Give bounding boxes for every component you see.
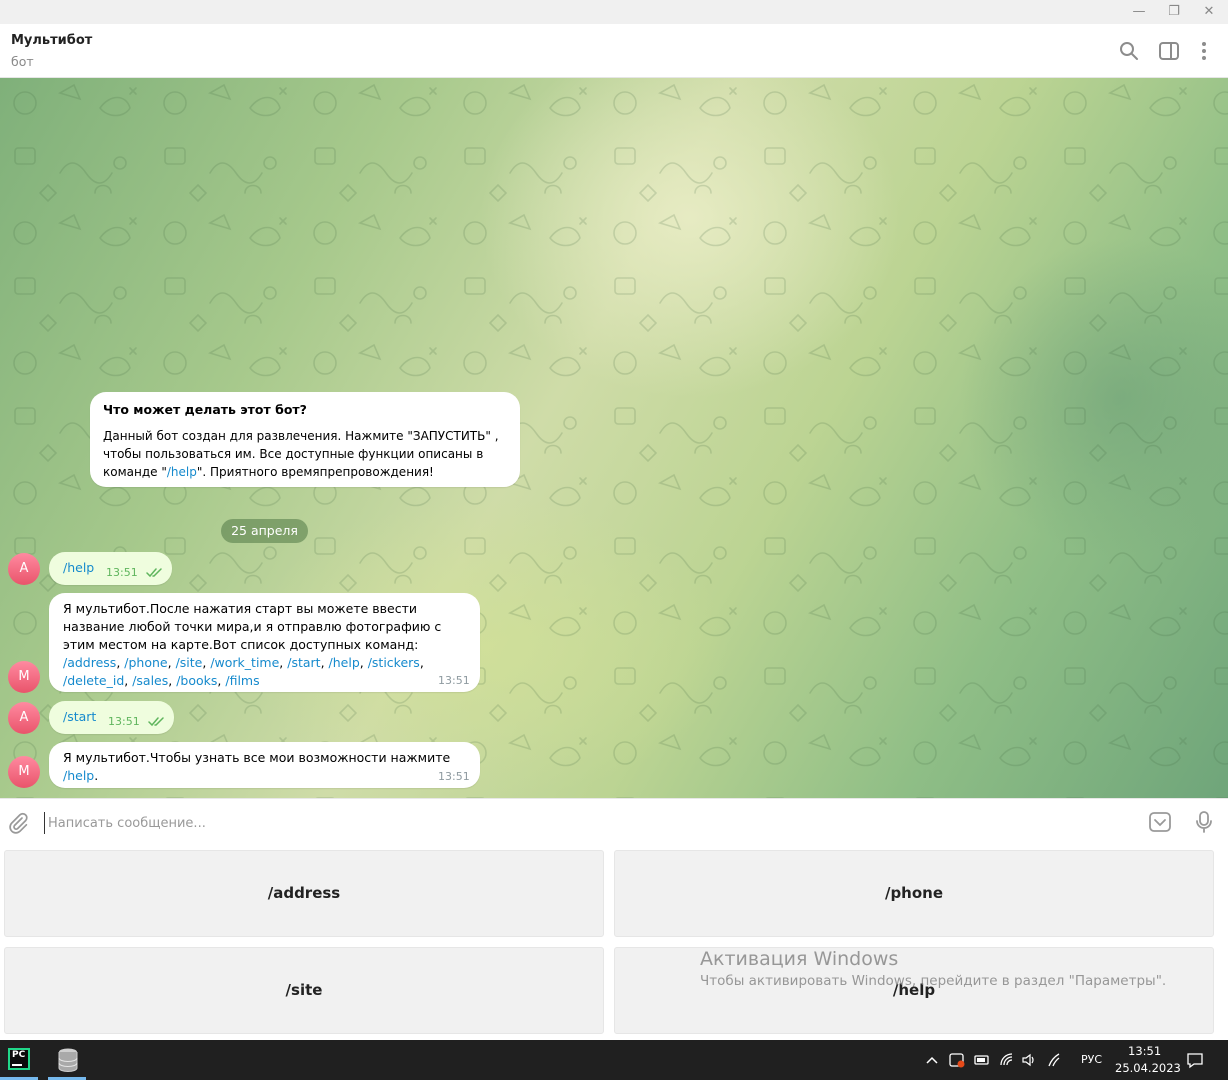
command-link[interactable]: /films [225, 673, 259, 688]
chat-title[interactable]: Мультибот [11, 33, 92, 48]
command-separator: , [359, 655, 368, 670]
double-check-icon [148, 717, 164, 727]
command-separator: , [167, 655, 176, 670]
help-command-link[interactable]: /help [63, 768, 94, 783]
speaker-icon[interactable] [1020, 1051, 1038, 1069]
wifi-icon[interactable] [998, 1051, 1016, 1069]
minimize-button[interactable]: — [1124, 2, 1154, 22]
double-check-icon [146, 568, 162, 578]
keyboard-button-address[interactable]: /address [4, 850, 604, 937]
message-text[interactable]: /help [63, 559, 94, 577]
command-link[interactable]: /site [176, 655, 203, 670]
keyboard-button-site[interactable]: /site [4, 947, 604, 1034]
pen-icon[interactable] [1045, 1051, 1063, 1069]
paperclip-icon[interactable] [6, 811, 30, 835]
message-text: Я мультибот.После нажатия старт вы может… [63, 601, 442, 688]
security-icon[interactable] [948, 1051, 966, 1069]
close-button[interactable]: ✕ [1194, 2, 1224, 22]
intro-body: Данный бот создан для развлечения. Нажми… [103, 429, 499, 479]
message-time: 13:51 [108, 715, 140, 728]
chat-header: Мультибот бот [0, 24, 1228, 78]
message-bubble: /help 13:51 [49, 552, 172, 585]
window-titlebar: — ❐ ✕ [0, 0, 1228, 24]
message-time: 13:51 [106, 566, 138, 579]
date-separator: 25 апреля [221, 519, 308, 543]
command-link[interactable]: /help [329, 655, 360, 670]
message-bubble: Я мультибот.Чтобы узнать все мои возможн… [49, 742, 480, 788]
bot-keyboard-icon[interactable] [1148, 810, 1172, 834]
help-command-link[interactable]: /help [167, 465, 197, 479]
command-link[interactable]: /stickers [368, 655, 420, 670]
command-separator: , [320, 655, 329, 670]
keyboard-button-phone[interactable]: /phone [614, 850, 1214, 937]
command-separator: , [419, 655, 424, 670]
command-link[interactable]: /sales [132, 673, 168, 688]
notification-icon[interactable] [1186, 1051, 1204, 1069]
avatar[interactable]: A [8, 702, 40, 734]
battery-icon[interactable] [973, 1052, 991, 1068]
command-link[interactable]: /phone [124, 655, 167, 670]
command-link[interactable]: /start [287, 655, 320, 670]
command-link[interactable]: /work_time [210, 655, 279, 670]
pycharm-label: PC [12, 1050, 26, 1060]
message-time: 13:51 [438, 674, 470, 687]
activation-watermark-subtitle: Чтобы активировать Windows, перейдите в … [700, 973, 1167, 989]
chat-subtitle: бот [11, 54, 34, 69]
message-bubble: /start 13:51 [49, 701, 174, 734]
command-separator: , [124, 673, 133, 688]
restore-button[interactable]: ❐ [1159, 2, 1189, 22]
bot-reply-keyboard: /address /phone /site /help [0, 846, 1228, 1040]
pycharm-app-icon[interactable]: PC [0, 1040, 40, 1080]
sidebar-toggle-icon[interactable] [1157, 39, 1181, 63]
message-input[interactable] [44, 812, 1124, 834]
message-time: 13:51 [438, 770, 470, 783]
avatar[interactable]: M [8, 661, 40, 693]
command-link[interactable]: /address [63, 655, 116, 670]
message-text[interactable]: /start [63, 708, 96, 726]
clock-date[interactable]: 25.04.2023 [1115, 1061, 1181, 1075]
avatar[interactable]: A [8, 553, 40, 585]
search-icon[interactable] [1117, 39, 1141, 63]
activation-watermark-title: Активация Windows [700, 948, 899, 970]
command-link[interactable]: /books [176, 673, 217, 688]
taskbar: PC РУС 13:51 25.04.2023 [0, 1040, 1228, 1080]
command-links: /address, /phone, /site, /work_time, /st… [63, 655, 424, 688]
chat-area[interactable]: Что может делать этот бот? Данный бот со… [0, 78, 1228, 798]
clock-time[interactable]: 13:51 [1128, 1044, 1161, 1058]
microphone-icon[interactable] [1192, 810, 1216, 834]
intro-title: Что может делать этот бот? [103, 402, 307, 417]
database-app-icon[interactable] [48, 1040, 88, 1080]
message-composer [0, 798, 1228, 846]
bot-intro-card: Что может делать этот бот? Данный бот со… [90, 392, 520, 487]
chevron-up-icon[interactable] [925, 1053, 939, 1067]
more-vertical-icon[interactable] [1192, 39, 1216, 63]
language-indicator[interactable]: РУС [1081, 1053, 1102, 1066]
command-link[interactable]: /delete_id [63, 673, 124, 688]
avatar[interactable]: M [8, 756, 40, 788]
message-bubble: Я мультибот.После нажатия старт вы может… [49, 593, 480, 692]
message-text: Я мультибот.Чтобы узнать все мои возможн… [63, 750, 451, 783]
